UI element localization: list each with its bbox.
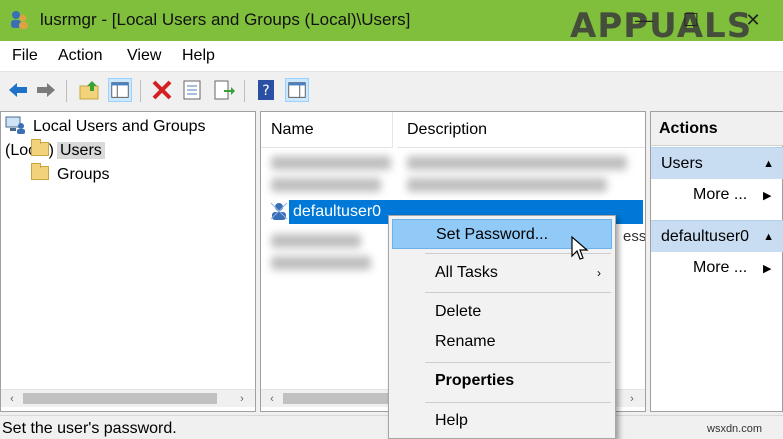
show-hide-action-pane-icon[interactable] [285, 78, 309, 102]
menu-file[interactable]: File [12, 47, 38, 65]
menu-view[interactable]: View [127, 47, 161, 65]
user-icon [270, 202, 288, 220]
help-icon[interactable]: ? [254, 78, 278, 102]
close-button[interactable]: ✕ [739, 6, 767, 34]
menu-separator [425, 362, 611, 363]
actions-group-users-label: Users [661, 155, 703, 172]
actions-group-defaultuser0[interactable]: defaultuser0 ▲ [651, 220, 783, 252]
list-row-redacted[interactable] [267, 230, 387, 252]
collapse-triangle-icon[interactable]: ▲ [763, 148, 774, 180]
window-title: lusrmgr - [Local Users and Groups (Local… [40, 10, 411, 29]
submenu-arrow-icon: › [597, 266, 601, 280]
collapse-triangle-icon[interactable]: ▲ [763, 221, 774, 253]
scroll-left-arrow[interactable]: ‹ [263, 390, 281, 408]
menu-separator [425, 402, 611, 403]
tree-item-users[interactable]: Users [31, 139, 105, 163]
toolbar-separator [244, 80, 245, 102]
selected-user-name: defaultuser0 [293, 203, 382, 220]
users-app-icon [11, 11, 28, 29]
context-rename[interactable]: Rename [389, 327, 615, 357]
actions-pane: Actions Users ▲ More ... ▶ defaultuser0 … [650, 111, 783, 412]
submenu-triangle-icon: ▶ [763, 190, 772, 202]
actions-group-users[interactable]: Users ▲ [651, 147, 783, 179]
actions-more-users[interactable]: More ... [693, 186, 747, 204]
context-all-tasks[interactable]: All Tasks › [389, 258, 615, 288]
scroll-thumb[interactable] [23, 393, 217, 404]
status-text: Set the user's password. [2, 420, 177, 437]
list-row-redacted[interactable] [267, 252, 387, 274]
column-header-name[interactable]: Name [261, 112, 393, 148]
mouse-pointer-icon [571, 236, 589, 260]
back-arrow-icon[interactable] [6, 78, 30, 102]
mmc-window: lusrmgr - [Local Users and Groups (Local… [0, 0, 783, 439]
menu-action[interactable]: Action [58, 47, 102, 65]
actions-more-defaultuser0[interactable]: More ... [693, 259, 747, 277]
toolbar: ? [0, 71, 783, 109]
menu-bar: File Action View Help [0, 41, 783, 71]
properties-icon[interactable] [180, 78, 204, 102]
tree-horizontal-scrollbar[interactable]: ‹ › [1, 389, 255, 407]
maximize-button[interactable]: ☐ [677, 6, 705, 34]
context-help[interactable]: Help [389, 406, 615, 436]
scroll-thumb[interactable] [283, 393, 403, 404]
title-bar[interactable]: lusrmgr - [Local Users and Groups (Local… [0, 0, 783, 46]
footer-watermark: wsxdn.com [707, 423, 763, 435]
scroll-right-arrow[interactable]: › [233, 390, 251, 408]
folder-icon [31, 163, 49, 180]
column-header-description[interactable]: Description [397, 112, 645, 148]
scroll-left-arrow[interactable]: ‹ [3, 390, 21, 408]
actions-header: Actions [651, 112, 783, 146]
list-row-redacted[interactable] [267, 174, 643, 196]
tree-pane: Local Users and Groups (Local) Users Gro… [0, 111, 256, 412]
tree-root[interactable]: Local Users and Groups (Local) [5, 115, 255, 159]
export-list-icon[interactable] [212, 78, 236, 102]
context-delete[interactable]: Delete [389, 297, 615, 327]
tree-item-groups[interactable]: Groups [31, 163, 109, 187]
forward-arrow-icon[interactable] [34, 78, 58, 102]
menu-separator [425, 292, 611, 293]
minimize-button[interactable]: — [630, 6, 658, 34]
delete-icon[interactable] [150, 78, 174, 102]
up-folder-icon[interactable] [78, 78, 102, 102]
scroll-right-arrow[interactable]: › [623, 390, 641, 408]
menu-help[interactable]: Help [182, 47, 215, 65]
toolbar-separator [140, 80, 141, 102]
submenu-triangle-icon: ▶ [763, 263, 772, 275]
partial-description: ess [623, 228, 646, 245]
tree-item-groups-label: Groups [57, 166, 110, 183]
list-row-redacted[interactable] [267, 152, 643, 174]
toolbar-separator [66, 80, 67, 102]
tree-item-users-label: Users [57, 142, 105, 159]
context-properties[interactable]: Properties [389, 366, 615, 396]
show-hide-tree-icon[interactable] [108, 78, 132, 102]
context-all-tasks-label: All Tasks [435, 264, 498, 281]
actions-group-defaultuser0-label: defaultuser0 [661, 228, 750, 245]
folder-icon [31, 139, 49, 156]
watermark-logo: APPUALS [570, 6, 753, 46]
computer-users-icon [5, 116, 25, 134]
svg-text:?: ? [262, 83, 269, 99]
